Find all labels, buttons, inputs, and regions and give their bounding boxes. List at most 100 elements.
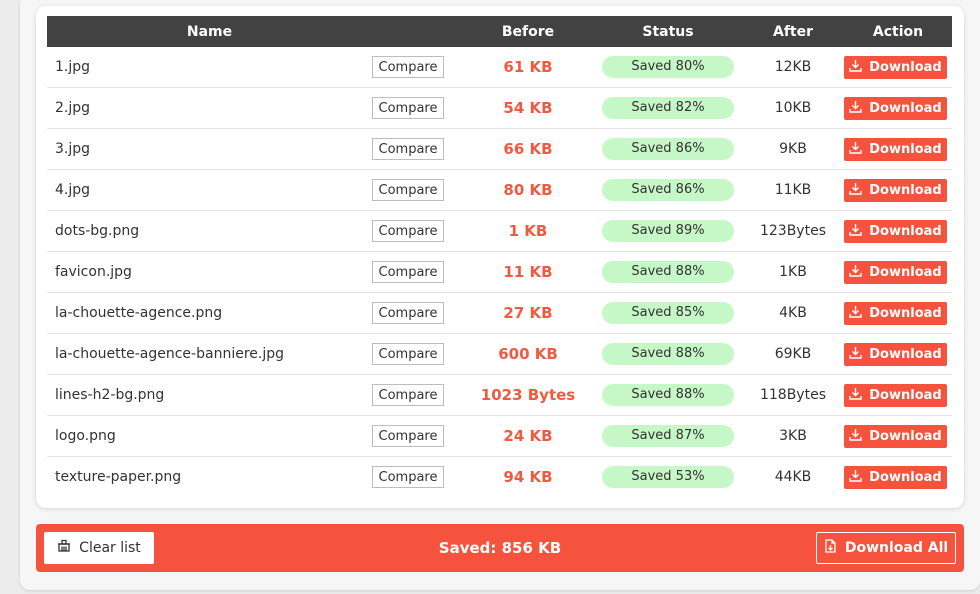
action-cell: Download (844, 333, 952, 375)
download-button[interactable]: Download (844, 219, 947, 243)
status-cell: Saved 89% (594, 210, 742, 252)
file-name: dots-bg.png (47, 210, 372, 252)
file-name: lines-h2-bg.png (47, 374, 372, 416)
download-icon (849, 141, 862, 158)
status-badge: Saved 86% (602, 179, 734, 201)
file-name: la-chouette-agence-banniere.jpg (47, 333, 372, 375)
size-before: 24 KB (462, 415, 594, 457)
action-cell: Download (844, 251, 952, 293)
header-status: Status (594, 16, 742, 47)
download-button[interactable]: Download (844, 55, 947, 79)
size-after: 10KB (742, 87, 844, 129)
download-button[interactable]: Download (844, 465, 947, 489)
size-after: 118Bytes (742, 374, 844, 416)
size-after: 1KB (742, 251, 844, 293)
download-button[interactable]: Download (844, 383, 947, 407)
download-button[interactable]: Download (844, 342, 947, 366)
compare-button[interactable]: Compare (372, 179, 444, 201)
compare-button[interactable]: Compare (372, 343, 444, 365)
size-after: 3KB (742, 415, 844, 457)
status-badge: Saved 89% (602, 220, 734, 242)
compare-button[interactable]: Compare (372, 56, 444, 78)
download-button[interactable]: Download (844, 260, 947, 284)
status-cell: Saved 88% (594, 374, 742, 416)
status-cell: Saved 53% (594, 457, 742, 498)
size-before: 11 KB (462, 251, 594, 293)
status-badge: Saved 85% (602, 302, 734, 324)
table-row: la-chouette-agence-banniere.jpg Compare 60… (47, 333, 952, 375)
compare-button[interactable]: Compare (372, 220, 444, 242)
compare-button[interactable]: Compare (372, 261, 444, 283)
files-card: Name Before Status After Action 1.jpg Com… (36, 6, 964, 508)
size-before: 600 KB (462, 333, 594, 375)
table-header-row: Name Before Status After Action (47, 16, 952, 47)
compare-cell: Compare (372, 128, 462, 170)
download-button[interactable]: Download (844, 137, 947, 161)
compare-cell: Compare (372, 169, 462, 211)
compare-button[interactable]: Compare (372, 138, 444, 160)
download-icon (849, 182, 862, 199)
table-row: 4.jpg Compare 80 KB Saved 86% 11KB Download (47, 169, 952, 211)
size-after: 69KB (742, 333, 844, 375)
file-name: texture-paper.png (55, 469, 182, 485)
compare-button[interactable]: Compare (372, 466, 444, 488)
clear-list-icon (57, 539, 71, 557)
size-after: 9KB (742, 128, 844, 170)
clear-list-label: Clear list (79, 540, 141, 556)
file-download-icon (824, 539, 837, 557)
size-after: 12KB (742, 47, 844, 88)
header-after: After (742, 16, 844, 47)
clear-list-button[interactable]: Clear list (44, 532, 154, 564)
file-name: logo.png (47, 415, 372, 457)
compare-cell: Compare (372, 251, 462, 293)
compare-button[interactable]: Compare (372, 97, 444, 119)
download-label: Download (869, 141, 942, 157)
file-name: 2.jpg (47, 87, 372, 129)
file-name: favicon.jpg (47, 251, 372, 293)
table-row: logo.png Compare 24 KB Saved 87% 3KB Download (47, 415, 952, 457)
status-cell: Saved 87% (594, 415, 742, 457)
compare-button[interactable]: Compare (372, 384, 444, 406)
file-name: 1.jpg (47, 47, 372, 88)
download-icon (849, 264, 862, 281)
header-compare (372, 16, 462, 47)
download-icon (849, 428, 862, 445)
file-name: 3.jpg (47, 128, 372, 170)
table-row: la-chouette-agence.png Compare 27 KB Saved … (47, 292, 952, 334)
status-badge: Saved 87% (602, 425, 734, 447)
download-label: Download (869, 264, 942, 280)
size-before: 61 KB (462, 47, 594, 88)
download-label: Download (869, 100, 942, 116)
download-button[interactable]: Download (844, 178, 947, 202)
download-icon (849, 100, 862, 117)
footer-bar: Clear list Saved: 856 KB Download All (36, 524, 964, 572)
status-cell: Saved 85% (594, 292, 742, 334)
status-cell: Saved 86% (594, 128, 742, 170)
table-row: dots-bg.png Compare 1 KB Saved 89% 123Bytes D… (47, 210, 952, 252)
status-badge: Saved 88% (602, 384, 734, 406)
download-button[interactable]: Download (844, 301, 947, 325)
compare-cell: Compare (372, 333, 462, 375)
compare-cell: Compare (372, 374, 462, 416)
compare-cell: Compare (372, 87, 462, 129)
status-badge: Saved 86% (602, 138, 734, 160)
status-cell: Saved 88% (594, 251, 742, 293)
download-label: Download (869, 469, 942, 485)
file-name: la-chouette-agence.png (47, 292, 372, 334)
download-label: Download (869, 346, 942, 362)
download-label: Download (869, 182, 942, 198)
compare-button[interactable]: Compare (372, 302, 444, 324)
compare-cell: Compare (372, 457, 462, 498)
status-badge: Saved 80% (602, 56, 734, 78)
download-label: Download (869, 428, 942, 444)
download-all-button[interactable]: Download All (816, 532, 956, 564)
table-row: 2.jpg Compare 54 KB Saved 82% 10KB Download (47, 87, 952, 129)
size-after: 11KB (742, 169, 844, 211)
download-button[interactable]: Download (844, 424, 947, 448)
download-button[interactable]: Download (844, 96, 947, 120)
compare-button[interactable]: Compare (372, 425, 444, 447)
status-cell: Saved 86% (594, 169, 742, 211)
size-after: 123Bytes (742, 210, 844, 252)
action-cell: Download (844, 87, 952, 129)
status-badge: Saved 88% (602, 261, 734, 283)
